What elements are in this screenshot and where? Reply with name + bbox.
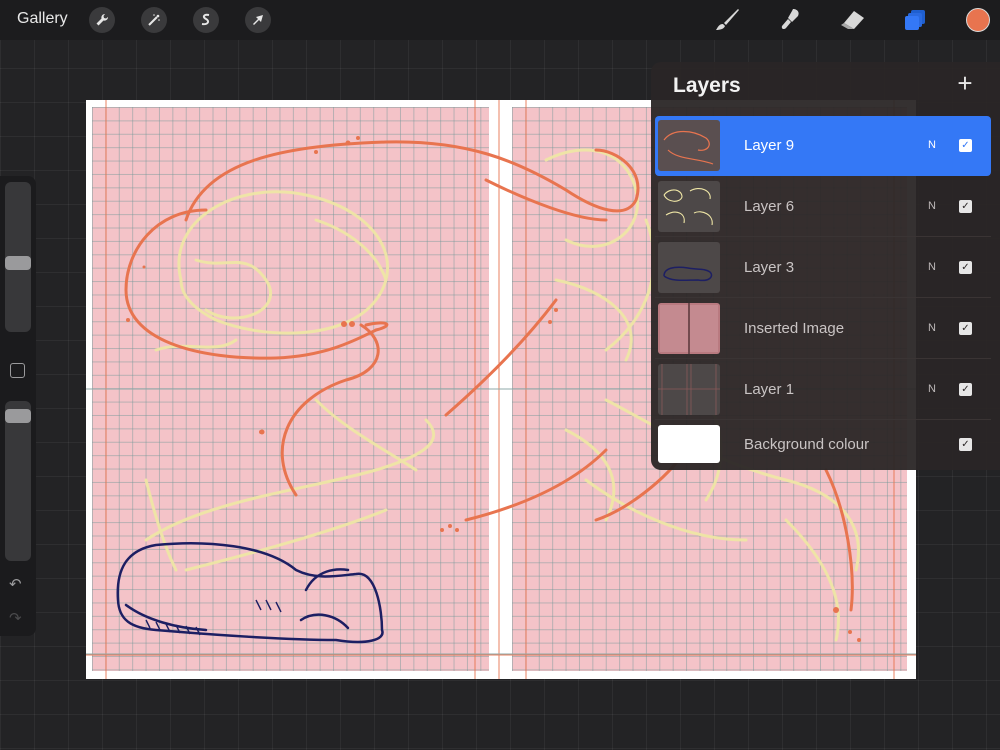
- layer-row-layer-9[interactable]: Layer 9 N ✓: [655, 116, 991, 176]
- layer-row-layer-1[interactable]: Layer 1 N ✓: [655, 360, 991, 420]
- transform-arrow-icon[interactable]: [245, 7, 271, 33]
- visibility-checkbox[interactable]: ✓: [959, 383, 972, 396]
- layer-row-inserted-image[interactable]: Inserted Image N ✓: [655, 299, 991, 359]
- top-toolbar: Gallery: [0, 0, 1000, 40]
- smudge-icon[interactable]: [775, 6, 805, 34]
- blend-mode-button[interactable]: N: [928, 139, 936, 151]
- layer-row-background-colour[interactable]: Background colour ✓: [655, 421, 991, 469]
- panel-title: Layers: [673, 74, 741, 97]
- background-color-swatch[interactable]: [658, 425, 720, 463]
- layer-thumbnail: [658, 364, 720, 415]
- visibility-checkbox[interactable]: ✓: [959, 261, 972, 274]
- layer-thumbnail: [658, 303, 720, 354]
- side-toolbar: ↶ ↷: [0, 176, 36, 636]
- layer-row-layer-6[interactable]: Layer 6 N ✓: [655, 177, 991, 237]
- layer-name: Layer 6: [744, 198, 795, 215]
- visibility-checkbox[interactable]: ✓: [959, 200, 972, 213]
- modify-button[interactable]: [10, 363, 25, 378]
- brush-size-thumb[interactable]: [5, 256, 31, 270]
- layer-name: Layer 9: [744, 137, 795, 154]
- redo-icon[interactable]: ↷: [9, 609, 22, 627]
- wrench-icon[interactable]: [89, 7, 115, 33]
- magic-wand-icon[interactable]: [141, 7, 167, 33]
- blend-mode-button[interactable]: N: [928, 200, 936, 212]
- layer-row-layer-3[interactable]: Layer 3 N ✓: [655, 238, 991, 298]
- color-picker-button[interactable]: [966, 8, 990, 32]
- blend-mode-button[interactable]: N: [928, 261, 936, 273]
- gallery-button[interactable]: Gallery: [17, 10, 68, 28]
- selection-s-icon[interactable]: [193, 7, 219, 33]
- blend-mode-button[interactable]: N: [928, 322, 936, 334]
- layer-name: Inserted Image: [744, 320, 845, 337]
- blend-mode-button[interactable]: N: [928, 383, 936, 395]
- layers-panel: Layers + Layer 9 N ✓ Layer 6 N ✓ Layer 3…: [651, 62, 1000, 470]
- visibility-checkbox[interactable]: ✓: [959, 322, 972, 335]
- opacity-thumb[interactable]: [5, 409, 31, 423]
- visibility-checkbox[interactable]: ✓: [959, 438, 972, 451]
- layer-name: Background colour: [744, 436, 870, 453]
- opacity-slider[interactable]: [5, 401, 31, 561]
- brush-icon[interactable]: [712, 6, 742, 34]
- layer-thumbnail: [658, 120, 720, 171]
- layer-name: Layer 1: [744, 381, 795, 398]
- layer-thumbnail: [658, 181, 720, 232]
- layers-icon[interactable]: [900, 6, 930, 34]
- eraser-icon[interactable]: [837, 6, 867, 34]
- layer-thumbnail: [658, 242, 720, 293]
- layer-name: Layer 3: [744, 259, 795, 276]
- visibility-checkbox[interactable]: ✓: [959, 139, 972, 152]
- undo-icon[interactable]: ↶: [9, 575, 22, 593]
- plus-icon[interactable]: +: [955, 70, 975, 96]
